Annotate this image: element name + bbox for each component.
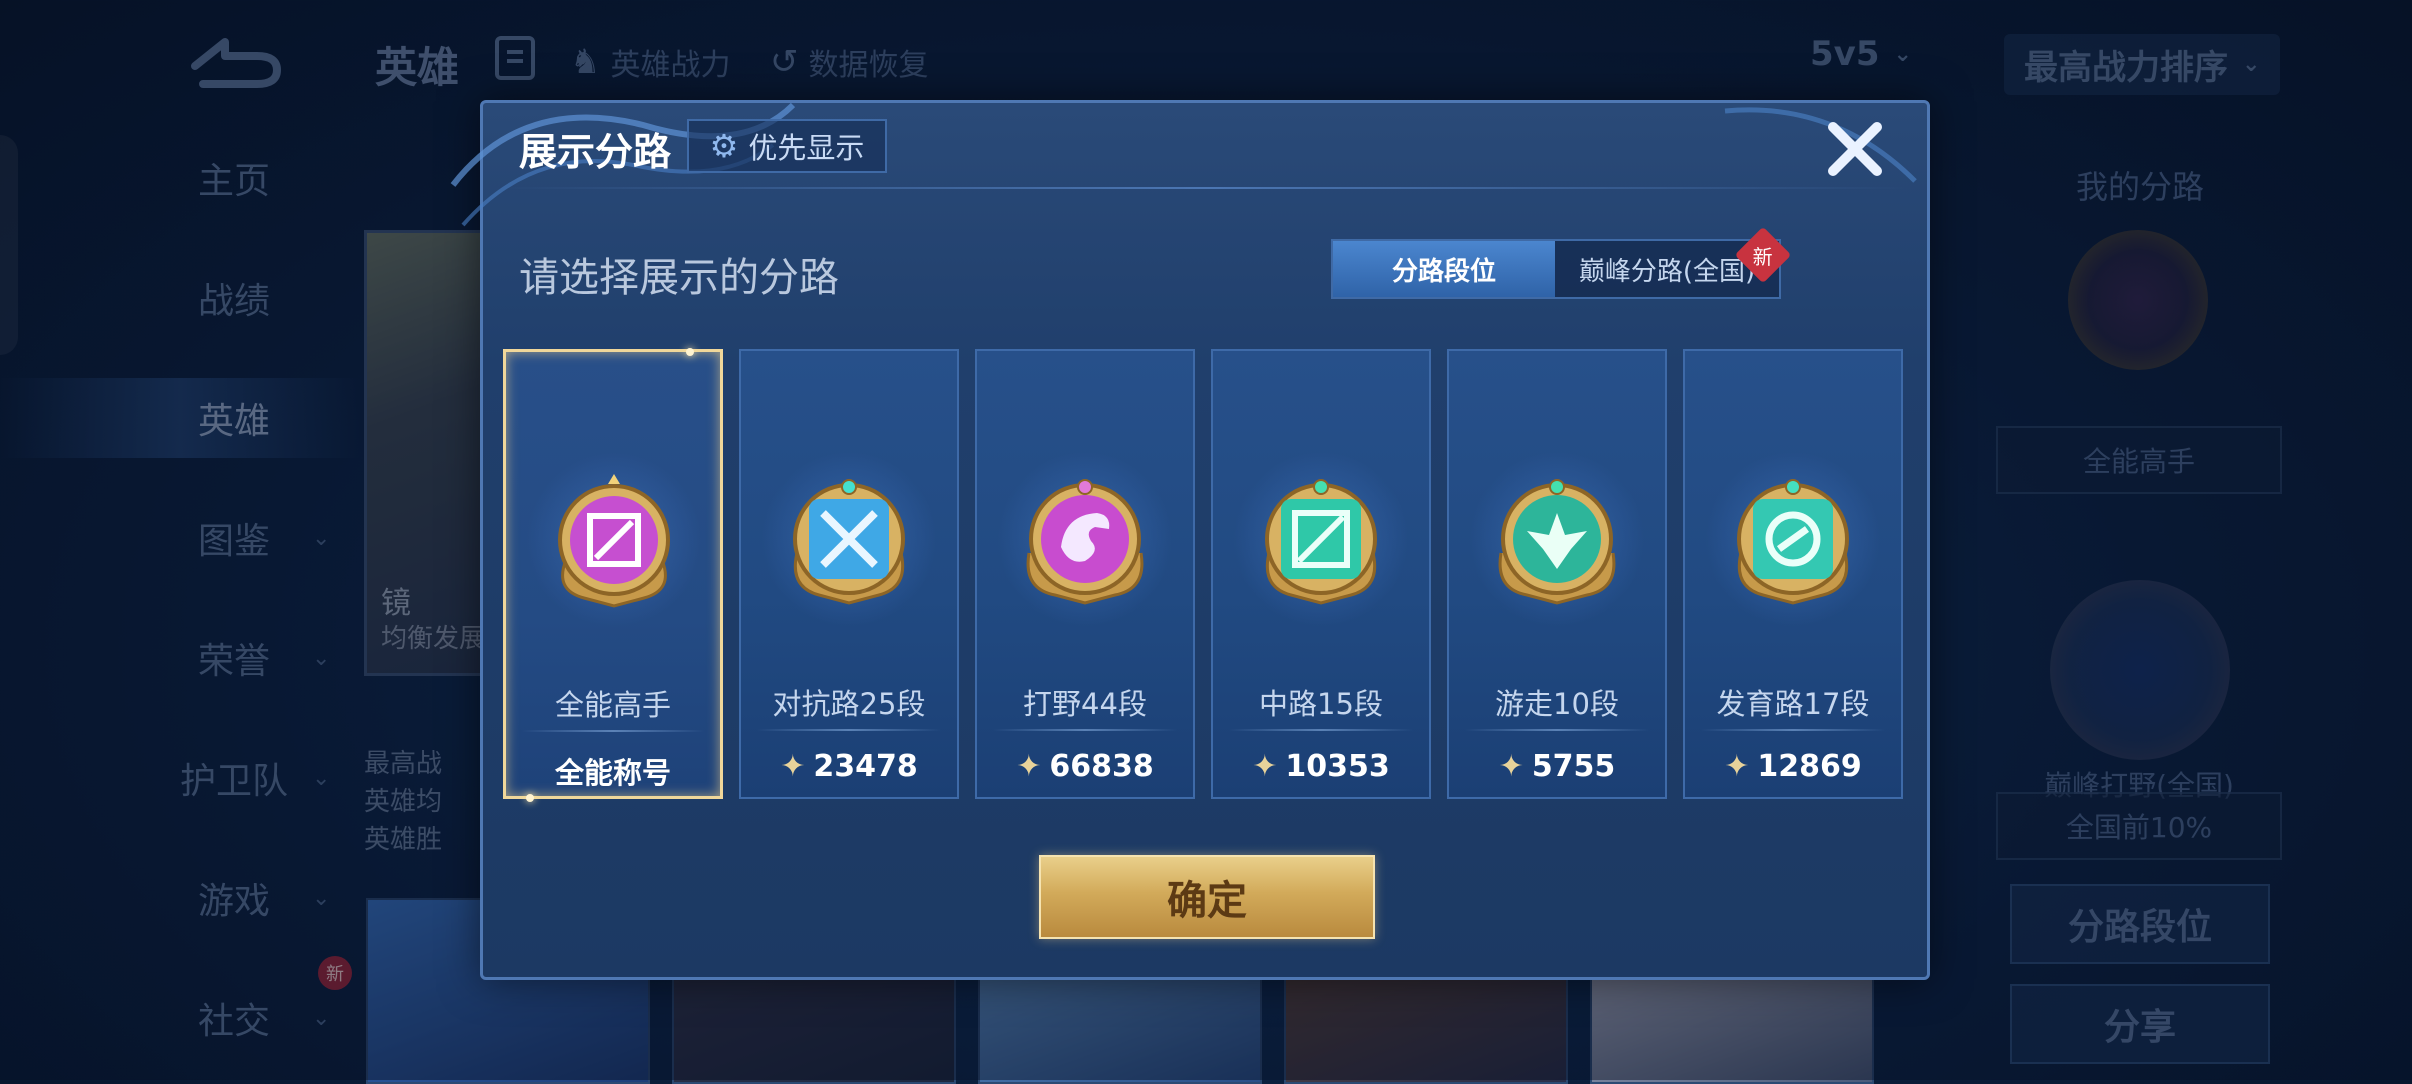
rank-star-icon: ✦: [1498, 749, 1524, 784]
sparkle-dot: [686, 348, 694, 356]
lane-name: 中路15段: [1259, 687, 1383, 721]
sparkle-dot: [526, 794, 534, 802]
lane-title-value: 全能称号: [554, 756, 671, 790]
lane-name: 游走10段: [1495, 687, 1619, 721]
rank-star-icon: ✦: [1016, 749, 1042, 784]
lane-name: 打野44段: [1023, 687, 1147, 721]
lane-name: 全能高手: [554, 688, 671, 722]
lane-card-all-round[interactable]: 全能高手 全能称号: [503, 348, 723, 802]
divider: [503, 187, 1907, 189]
mid-lane-emblem-icon: [1251, 469, 1391, 609]
gear-icon: ⚙: [709, 127, 739, 165]
lane-card-jungle[interactable]: 打野44段 ✦ 66838: [975, 349, 1195, 799]
select-prompt: 请选择展示的分路: [519, 255, 839, 301]
jungle-emblem-icon: [1015, 469, 1155, 609]
lane-score: ✦ 5755: [1498, 749, 1616, 784]
rank-star-icon: ✦: [1252, 749, 1278, 784]
confirm-button[interactable]: 确定: [1039, 855, 1375, 939]
lane-score: ✦ 66838: [1016, 749, 1154, 784]
priority-display-button[interactable]: ⚙ 优先显示: [687, 119, 887, 173]
close-button[interactable]: [1823, 117, 1887, 181]
close-icon: [1828, 122, 1882, 176]
lane-card-farm[interactable]: 发育路17段 ✦ 12869: [1683, 349, 1903, 799]
lane-score: ✦ 23478: [780, 749, 918, 784]
rank-star-icon: ✦: [780, 749, 806, 784]
roam-emblem-icon: [1487, 469, 1627, 609]
tab-lane-rank[interactable]: 分路段位: [1333, 241, 1555, 297]
lane-name: 发育路17段: [1716, 687, 1870, 721]
rank-star-icon: ✦: [1724, 749, 1750, 784]
lane-card-roam[interactable]: 游走10段 ✦ 5755: [1447, 349, 1667, 799]
lane-name: 对抗路25段: [772, 687, 926, 721]
dialog-title: 展示分路: [519, 130, 672, 174]
lane-score: ✦ 12869: [1724, 749, 1862, 784]
tab-peak-lane[interactable]: 巅峰分路(全国) 新: [1555, 226, 1792, 297]
rank-type-tabs: 分路段位 巅峰分路(全国) 新: [1331, 226, 1792, 299]
lane-card-mid[interactable]: 中路15段 ✦ 10353: [1211, 349, 1431, 799]
clash-lane-emblem-icon: [779, 469, 919, 609]
lane-card-list: 全能高手 全能称号 对抗路25段 ✦ 23478 打野44段 ✦ 66838 中…: [503, 348, 1913, 803]
all-round-emblem-icon: [544, 470, 684, 610]
lane-card-clash[interactable]: 对抗路25段 ✦ 23478: [739, 349, 959, 799]
lane-display-dialog: 展示分路 ⚙ 优先显示 请选择展示的分路 分路段位 巅峰分路(全国) 新 全能高…: [450, 100, 1930, 980]
lane-score: ✦ 10353: [1252, 749, 1390, 784]
farm-lane-emblem-icon: [1723, 469, 1863, 609]
